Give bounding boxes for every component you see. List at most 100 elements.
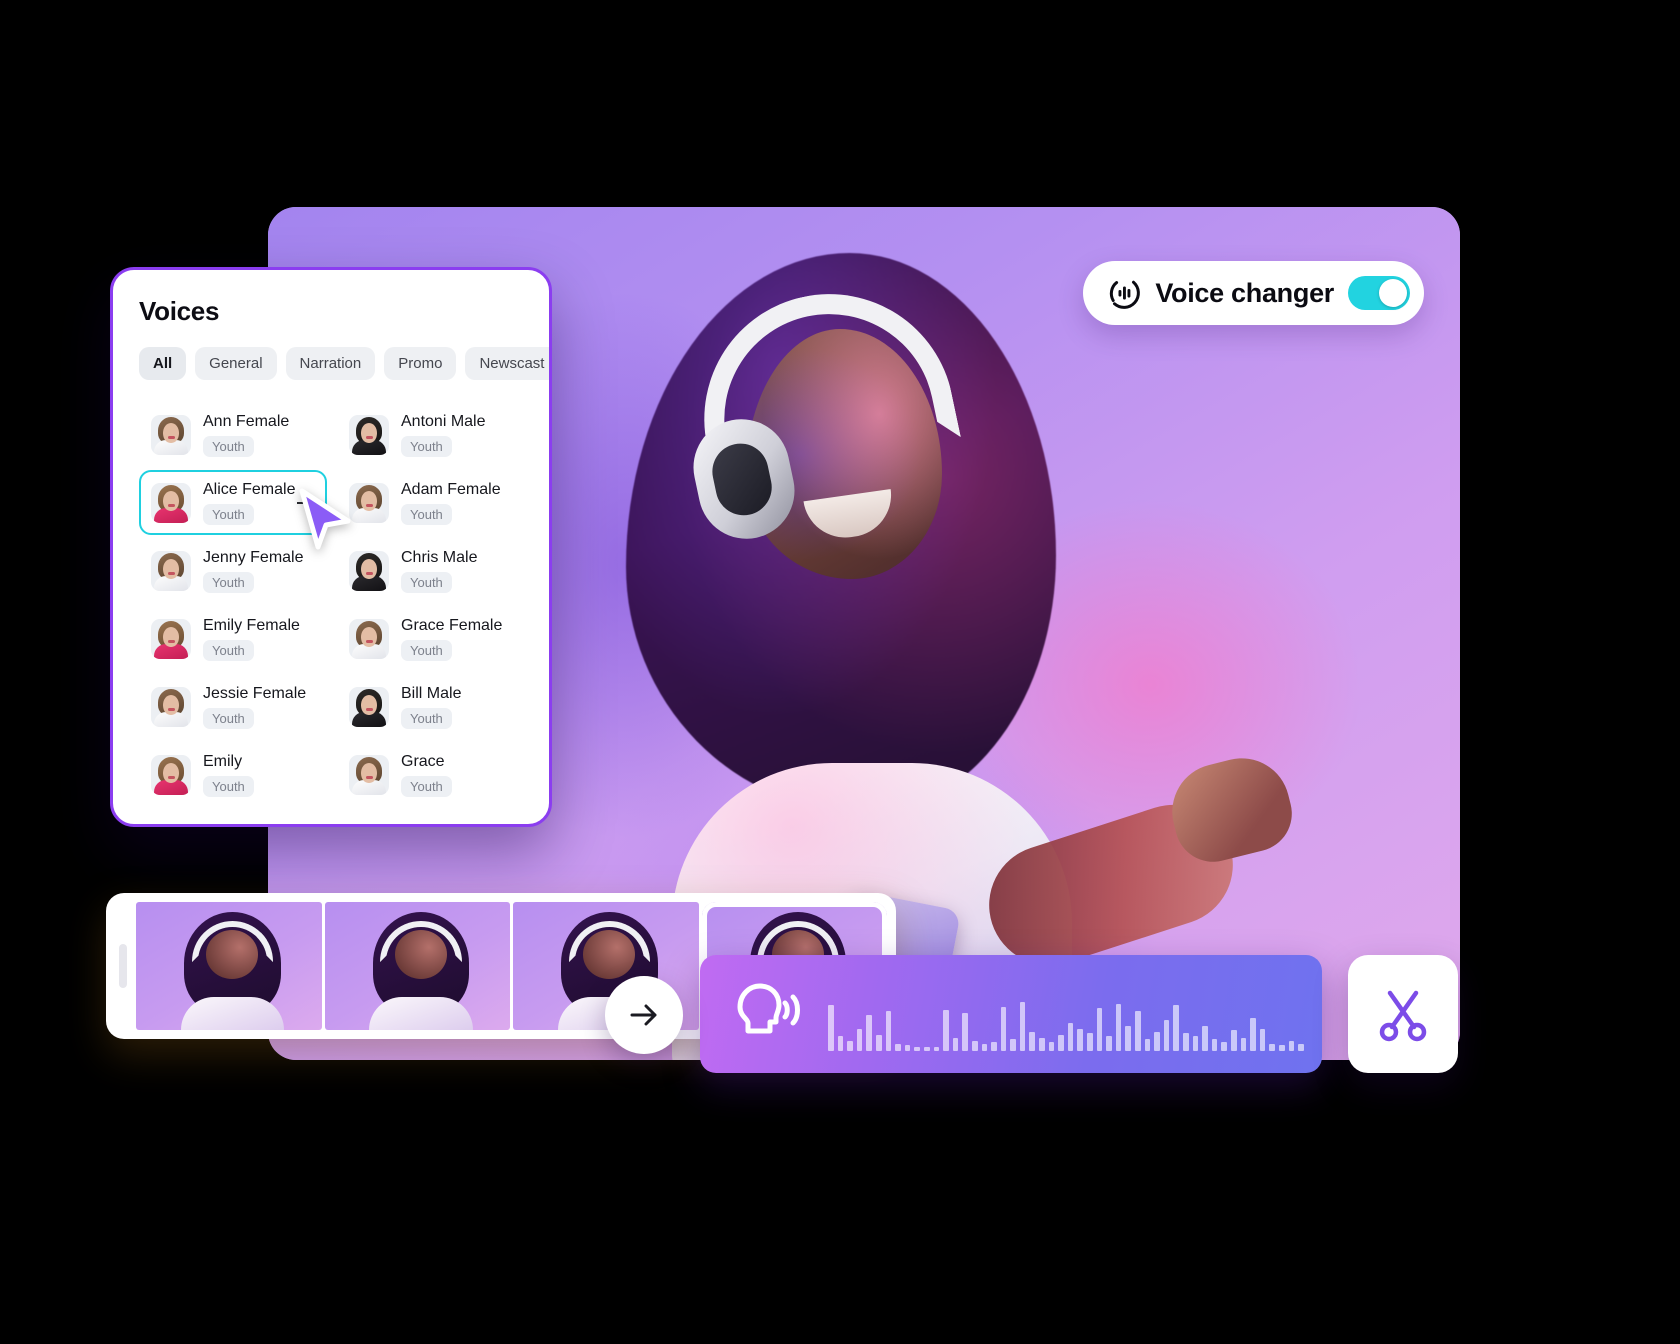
voice-item[interactable]: Antoni Male Youth [337, 402, 525, 467]
voice-meta: Grace Female Youth [401, 616, 502, 661]
avatar [349, 482, 389, 523]
waveform-bar [837, 1036, 844, 1051]
voice-changer-toggle[interactable] [1348, 276, 1410, 310]
waveform-bar [1211, 1039, 1218, 1051]
waveform-bar [1115, 1003, 1122, 1051]
voice-age-tag: Youth [203, 708, 254, 729]
avatar [151, 550, 191, 591]
waveform-bar [971, 1040, 978, 1051]
waveform-bar [1019, 1002, 1026, 1051]
waveform-bar [1067, 1022, 1074, 1051]
voice-category-chips: All General Narration Promo Newscast [139, 347, 549, 380]
voice-meta: Grace Youth [401, 752, 452, 797]
waveform-bar [1221, 1042, 1227, 1051]
waveform-bar [847, 1040, 853, 1051]
voice-age-tag: Youth [401, 708, 452, 729]
voice-age-tag: Youth [203, 776, 254, 797]
waveform-bar [1250, 1018, 1256, 1051]
voice-meta: Jessie Female Youth [203, 684, 306, 729]
chip-all[interactable]: All [139, 347, 187, 380]
waveform-bar [1230, 1030, 1237, 1051]
voice-name: Emily Female [203, 617, 300, 634]
voice-item[interactable]: Adam Female Youth [337, 470, 525, 535]
waveform-bar [885, 1011, 892, 1051]
voice-age-tag: Youth [203, 504, 254, 525]
arrow-right-icon [625, 996, 663, 1034]
voice-meta: Chris Male Youth [401, 548, 477, 593]
voice-item[interactable]: Chris Male Youth [337, 538, 525, 603]
waveform-bar [1077, 1028, 1084, 1051]
audio-waveform[interactable] [828, 977, 1304, 1051]
voice-changer-control[interactable]: Voice changer [1083, 261, 1424, 325]
waveform-bar [1154, 1031, 1160, 1051]
voice-age-tag: Youth [203, 572, 254, 593]
voice-item[interactable]: Bill Male Youth [337, 674, 525, 739]
voice-meta: Alice Female Youth [203, 480, 295, 525]
waveform-bar [1240, 1037, 1247, 1051]
cut-button[interactable] [1348, 955, 1458, 1073]
waveform-bar [1173, 1005, 1179, 1051]
next-button[interactable] [605, 976, 683, 1054]
avatar [349, 414, 389, 455]
avatar [151, 618, 191, 659]
voice-meta: Emily Female Youth [203, 616, 300, 661]
voice-age-tag: Youth [401, 776, 452, 797]
chip-narration[interactable]: Narration [285, 347, 376, 380]
timeline-clip[interactable] [136, 902, 322, 1030]
waveform-bar [1163, 1019, 1170, 1051]
voice-meta: Emily Youth [203, 752, 254, 797]
waveform-bar [1125, 1025, 1131, 1051]
avatar [151, 482, 191, 523]
chip-general[interactable]: General [195, 347, 277, 380]
voice-item[interactable]: Emily Youth [139, 742, 327, 807]
timeline-clip[interactable] [324, 902, 510, 1030]
toggle-knob [1379, 279, 1407, 307]
waveform-bar [856, 1028, 863, 1051]
audio-track[interactable] [700, 955, 1322, 1073]
voices-panel-title: Voices [139, 296, 220, 326]
avatar [349, 754, 389, 795]
waveform-bar [1144, 1039, 1151, 1051]
waveform-bar [904, 1045, 911, 1051]
waveform-bar [1039, 1037, 1045, 1051]
waveform-bar [1029, 1031, 1036, 1051]
speaking-head-icon [726, 977, 806, 1051]
waveform-bar [943, 1009, 949, 1051]
waveform-bar [952, 1037, 959, 1051]
avatar [151, 414, 191, 455]
chip-newscast[interactable]: Newscast [465, 347, 549, 380]
waveform-bar [875, 1034, 882, 1051]
waveform-bar [981, 1043, 988, 1051]
voice-meta: Adam Female Youth [401, 480, 501, 525]
waveform-bar [1192, 1036, 1199, 1051]
waveform-bar [828, 1005, 834, 1051]
waveform-bar [866, 1015, 872, 1051]
voice-item[interactable]: Grace Female Youth [337, 606, 525, 671]
voice-age-tag: Youth [203, 640, 254, 661]
voice-meta: Antoni Male Youth [401, 412, 486, 457]
waveform-bar [923, 1046, 930, 1051]
voice-age-tag: Youth [401, 504, 452, 525]
chip-promo[interactable]: Promo [384, 347, 457, 380]
waveform-bar [914, 1046, 920, 1051]
voice-name: Chris Male [401, 549, 478, 566]
avatar [349, 618, 389, 659]
waveform-bar [1000, 1006, 1007, 1051]
voice-meta: Ann Female Youth [203, 412, 289, 457]
voice-item[interactable]: Emily Female Youth [139, 606, 327, 671]
voice-name: Bill Male [401, 685, 462, 702]
voice-name: Emily [203, 753, 243, 770]
waveform-bar [1259, 1028, 1266, 1051]
waveform-bar [895, 1043, 901, 1051]
waveform-bar [1182, 1033, 1189, 1051]
waveform-bar [1135, 1011, 1141, 1051]
voice-item[interactable]: Grace Youth [337, 742, 525, 807]
mouse-cursor [296, 487, 354, 559]
voice-item[interactable]: Jessie Female Youth [139, 674, 327, 739]
waveform-bar [1202, 1025, 1208, 1051]
voice-item[interactable]: Ann Female Youth [139, 402, 327, 467]
voice-age-tag: Youth [401, 436, 452, 457]
voice-name: Grace Female [401, 617, 503, 634]
avatar [349, 550, 389, 591]
voice-age-tag: Youth [203, 436, 254, 457]
